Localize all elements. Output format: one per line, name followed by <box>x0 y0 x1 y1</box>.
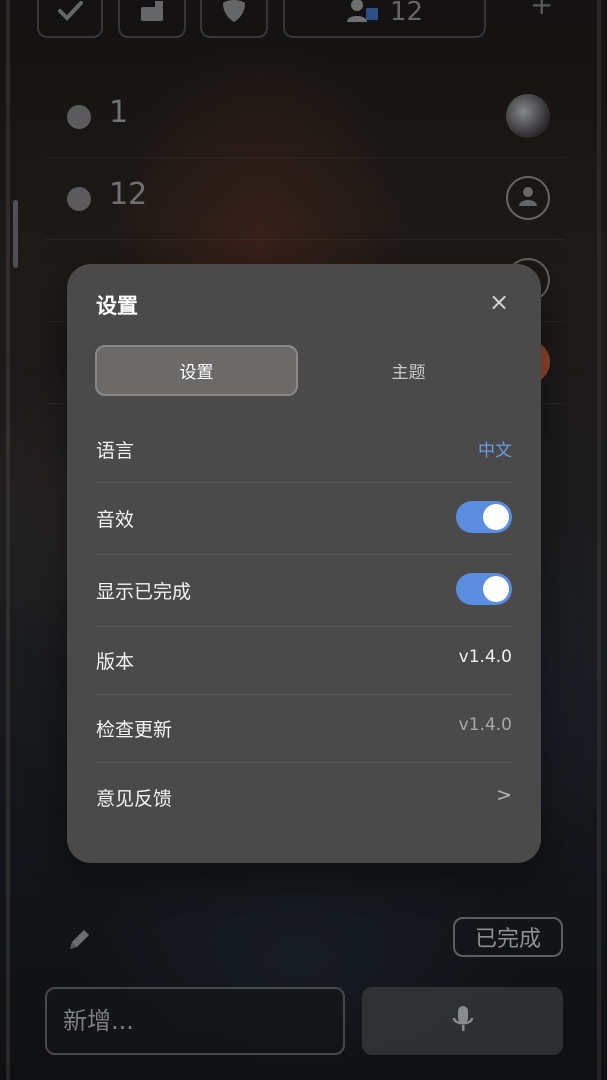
toggle-knob <box>483 504 509 530</box>
chevron-right-icon: > <box>496 784 512 806</box>
setting-row-check-update[interactable]: 检查更新 v1.4.0 <box>96 694 512 763</box>
toggle-knob <box>483 576 509 602</box>
setting-label: 意见反馈 <box>96 788 173 810</box>
tab-theme[interactable]: 主题 <box>307 345 510 396</box>
update-version-value: v1.4.0 <box>458 715 512 735</box>
setting-label: 音效 <box>96 509 135 531</box>
tab-settings[interactable]: 设置 <box>95 345 298 396</box>
show-completed-toggle[interactable] <box>456 573 512 605</box>
setting-row-language[interactable]: 语言 中文 <box>96 414 512 483</box>
setting-row-show-completed: 显示已完成 <box>96 554 512 627</box>
completed-button[interactable]: 已完成 <box>453 917 563 957</box>
close-icon[interactable]: × <box>489 288 509 316</box>
version-value: v1.4.0 <box>458 647 512 667</box>
setting-label: 检查更新 <box>96 719 173 741</box>
new-item-input[interactable] <box>45 987 345 1055</box>
setting-row-sound: 音效 <box>96 482 512 555</box>
setting-row-feedback[interactable]: 意见反馈 > <box>96 762 512 832</box>
language-value-link[interactable]: 中文 <box>478 436 512 461</box>
pencil-icon[interactable] <box>66 925 94 957</box>
settings-dialog: 设置 × 设置 主题 语言 中文 音效 显示已完成 版本 v1.4.0 检查更新… <box>67 264 541 863</box>
setting-label: 版本 <box>96 651 135 673</box>
dialog-title: 设置 <box>96 294 138 318</box>
microphone-icon <box>451 1004 475 1038</box>
setting-row-version: 版本 v1.4.0 <box>96 626 512 695</box>
sound-toggle[interactable] <box>456 501 512 533</box>
voice-input-button[interactable] <box>362 987 563 1055</box>
setting-label: 显示已完成 <box>96 581 192 603</box>
setting-label: 语言 <box>96 440 135 462</box>
